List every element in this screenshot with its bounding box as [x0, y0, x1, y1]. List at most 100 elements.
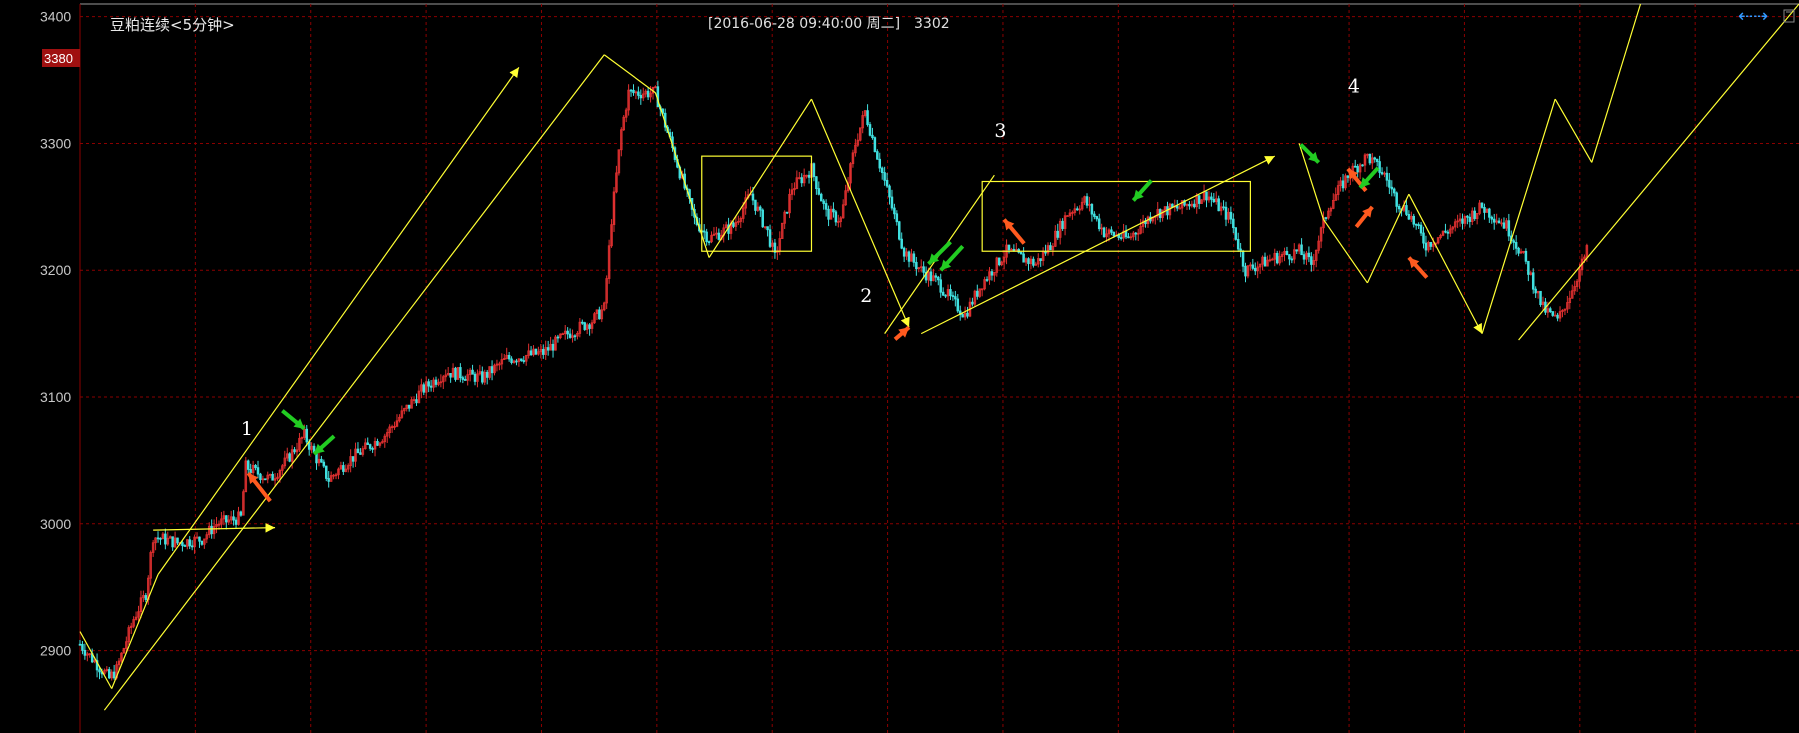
candle-body — [1380, 172, 1384, 175]
candle-body — [1517, 247, 1520, 254]
candle-body — [990, 271, 994, 276]
candle-body — [556, 336, 560, 339]
candle-body — [422, 384, 426, 393]
current-price-badge: 3380 — [42, 49, 80, 67]
candle-body — [1090, 203, 1094, 215]
candle-body — [1095, 216, 1099, 220]
candle-body — [800, 177, 803, 184]
candle-body — [1385, 172, 1389, 181]
candle-body — [1234, 227, 1238, 240]
candle-body — [632, 89, 635, 94]
candle-body — [264, 478, 267, 481]
candle-body — [581, 321, 584, 324]
candle-body — [1217, 198, 1220, 212]
candle-body — [1524, 250, 1528, 262]
candle-body — [246, 460, 250, 470]
candle-body — [637, 91, 640, 96]
candle-body — [225, 515, 228, 523]
candle-body — [954, 296, 957, 300]
double-arrow-icon[interactable]: ⇠⇢ — [1738, 6, 1768, 27]
candle-body — [939, 279, 942, 293]
candle-body — [1378, 161, 1381, 173]
candle-body — [1405, 205, 1408, 215]
candle-body — [1514, 242, 1518, 249]
candle-body — [929, 271, 933, 282]
candle-body — [890, 196, 894, 209]
candle-body — [376, 441, 379, 446]
candle-body — [473, 373, 477, 382]
candle-body — [1224, 206, 1228, 220]
candle-body — [485, 371, 489, 378]
candle-body — [327, 478, 330, 482]
y-tick-label: 3200 — [40, 262, 71, 278]
candle-body — [1502, 222, 1506, 229]
candle-body — [156, 537, 160, 540]
candle-body — [824, 203, 828, 210]
candle-body — [646, 90, 650, 98]
candle-body — [407, 404, 411, 409]
candle-body — [1295, 249, 1298, 252]
cursor-datetime: [2016-06-28 09:40:00 周二] — [708, 16, 900, 32]
candle-body — [827, 208, 830, 220]
candle-body — [717, 232, 721, 240]
candle-body — [707, 241, 711, 244]
candle-body — [1022, 253, 1025, 263]
candle-body — [868, 124, 872, 136]
candle-body — [566, 330, 569, 335]
candle-body — [885, 179, 889, 187]
candle-body — [1429, 241, 1433, 247]
candle-body — [1275, 253, 1279, 264]
price-chart[interactable]: 290030003100320033003400 1234 豆粕连续<5分钟> … — [0, 0, 1799, 733]
candle-body — [888, 185, 891, 198]
candle-body — [812, 163, 816, 178]
candle-body — [293, 449, 296, 453]
candle-body — [1422, 232, 1425, 244]
candle-body — [415, 399, 418, 404]
candle-body — [254, 464, 257, 469]
candle-body — [1188, 204, 1191, 207]
candle-body — [490, 366, 494, 374]
candle-body — [1341, 180, 1345, 189]
candle-body — [817, 188, 821, 195]
candle-body — [271, 473, 274, 481]
candle-body — [366, 442, 369, 445]
candle-body — [866, 110, 869, 125]
candle-body — [1353, 165, 1357, 168]
candle-body — [1395, 192, 1398, 207]
candle-body — [1483, 207, 1486, 213]
candle-body — [1346, 175, 1350, 178]
candle-body — [342, 465, 345, 472]
candle-body — [1127, 236, 1130, 239]
candle-body — [1480, 202, 1484, 208]
candle-body — [1102, 227, 1106, 238]
candle-body — [1407, 213, 1411, 220]
candle-body — [83, 649, 87, 656]
candle-body — [546, 347, 550, 351]
candle-body — [1205, 191, 1208, 201]
candle-body — [1468, 216, 1472, 222]
candle-body — [1193, 203, 1196, 208]
candle-body — [941, 291, 945, 296]
candle-body — [1551, 311, 1554, 316]
candle-body — [873, 137, 877, 153]
candle-body — [1388, 179, 1391, 188]
candle-body — [1507, 220, 1511, 237]
candle-body — [912, 253, 916, 263]
candle-body — [785, 211, 789, 214]
candle-body — [997, 257, 1001, 266]
candle-body — [1263, 256, 1267, 267]
candle-body — [893, 207, 896, 215]
candle-body — [1039, 258, 1042, 261]
candle-body — [449, 373, 452, 378]
chart-title: 豆粕连续<5分钟> — [110, 16, 235, 34]
annotation-label: 4 — [1348, 76, 1360, 98]
y-tick-label: 3000 — [40, 516, 71, 532]
svg-text:⇠⇢: ⇠⇢ — [1738, 6, 1768, 27]
candle-body — [639, 94, 643, 99]
candle-body — [832, 208, 835, 213]
candle-body — [1085, 196, 1089, 206]
candle-body — [1110, 229, 1113, 233]
candle-body — [181, 542, 184, 546]
candle-body — [322, 461, 326, 467]
candle-body — [1417, 224, 1420, 227]
